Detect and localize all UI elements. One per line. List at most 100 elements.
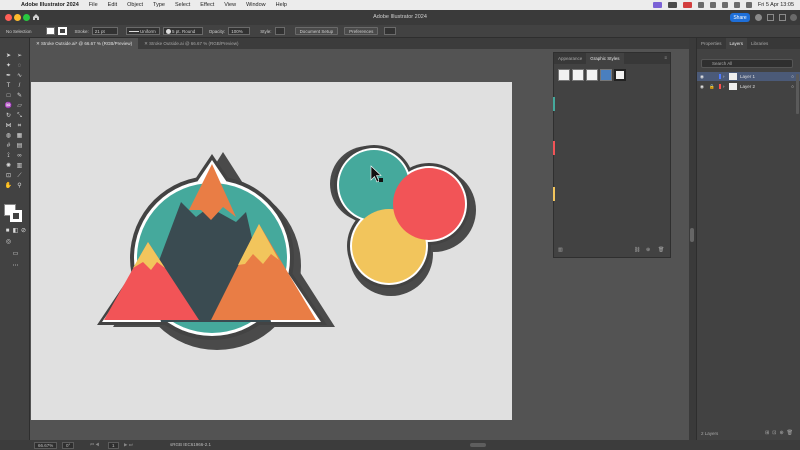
mesh-tool-icon[interactable]: #	[4, 142, 13, 150]
lock-icon[interactable]: 🔒	[709, 82, 715, 91]
record-icon[interactable]	[682, 2, 692, 8]
expand-icon[interactable]: ›	[723, 72, 725, 81]
menu-view[interactable]: View	[224, 2, 236, 8]
pen-tool-icon[interactable]: ✒	[4, 72, 13, 80]
delete-style-icon[interactable]: 🗑	[658, 247, 664, 253]
panel-menu-icon[interactable]: ≡	[664, 55, 667, 60]
style-swatch-2[interactable]	[572, 69, 584, 81]
eye-icon[interactable]: ◉	[700, 82, 704, 91]
artboard-nav-next-icon[interactable]: ▶ ⏭	[124, 442, 133, 448]
dock-scrollbar[interactable]	[796, 74, 799, 114]
share-button[interactable]: Share	[730, 13, 750, 22]
layer-actions-icons[interactable]: ⊞⊡⊕🗑	[765, 430, 796, 436]
document-setup-button[interactable]: Document Setup	[294, 27, 339, 35]
layer-row-1[interactable]: ◉ › Layer 1 ○	[697, 72, 800, 81]
menu-object[interactable]: Object	[127, 2, 143, 8]
control-center-icon[interactable]	[745, 2, 752, 8]
rotation-field[interactable]: 0°	[62, 442, 75, 449]
battery-icon[interactable]	[709, 2, 716, 8]
eyedropper-icon[interactable]: ⟟	[4, 152, 13, 160]
magic-wand-icon[interactable]: ✦	[4, 62, 13, 70]
search-help-icon[interactable]	[790, 14, 797, 21]
edit-toolbar-icon[interactable]: ⋯	[11, 262, 20, 270]
tab-libraries[interactable]: Libraries	[747, 38, 772, 49]
new-style-icon[interactable]: ⊕	[646, 247, 650, 253]
mountain-badge[interactable]	[97, 152, 335, 350]
hand-tool-icon[interactable]: ✋	[4, 182, 13, 190]
shape-builder-icon[interactable]: ◍	[4, 132, 13, 140]
opacity-field[interactable]: 100%	[228, 27, 251, 35]
preferences-button[interactable]: Preferences	[344, 27, 379, 35]
brush-definition[interactable]: 5 pt. Round	[162, 27, 203, 35]
style-swatch-5[interactable]	[614, 69, 626, 81]
break-link-icon[interactable]: ⛓	[634, 247, 640, 253]
tab-document-inactive[interactable]: ✕ Stroke Outside.ai @ 66.67 % (RGB/Previ…	[138, 38, 244, 49]
none-mode-icon[interactable]: ⊘	[19, 227, 28, 235]
workspace-icon[interactable]	[779, 14, 786, 21]
three-circles[interactable]	[330, 145, 476, 296]
slice-tool-icon[interactable]: ⟋	[15, 172, 24, 180]
search-icon[interactable]	[733, 2, 740, 8]
layers-search-input[interactable]: Search All	[701, 59, 793, 68]
screen-mode-icon[interactable]: ▭	[11, 250, 20, 258]
eraser-icon[interactable]: ▱	[15, 102, 24, 110]
free-transform-icon[interactable]: ⌗	[15, 122, 24, 130]
style-swatch-4[interactable]	[600, 69, 612, 81]
curvature-tool-icon[interactable]: ∿	[15, 72, 24, 80]
arrange-documents-icon[interactable]	[767, 14, 774, 21]
fill-swatch[interactable]	[45, 27, 55, 35]
graph-tool-icon[interactable]: ▥	[15, 162, 24, 170]
layer-name[interactable]: Layer 1	[740, 72, 755, 81]
arrange-icon[interactable]	[384, 27, 397, 35]
layer-row-2[interactable]: ◉ 🔒 › Layer 2 ○	[697, 82, 800, 91]
artboard-nav-prev-icon[interactable]: ⏮ ◀	[90, 442, 99, 447]
scale-tool-icon[interactable]: ⤡	[15, 112, 24, 120]
tab-graphic-styles[interactable]: Graphic Styles	[586, 53, 624, 64]
target-icon[interactable]: ○	[791, 82, 794, 91]
menu-help[interactable]: Help	[276, 2, 287, 8]
expand-icon[interactable]: ›	[723, 82, 725, 91]
tab-properties[interactable]: Properties	[697, 38, 726, 49]
eye-icon[interactable]: ◉	[700, 72, 704, 81]
symbol-sprayer-icon[interactable]: ✺	[4, 162, 13, 170]
blend-tool-icon[interactable]: ∞	[15, 152, 24, 160]
direct-selection-tool-icon[interactable]: ➢	[15, 52, 24, 60]
variable-width-profile[interactable]: Uniform	[125, 27, 160, 35]
tab-layers[interactable]: Layers	[725, 38, 748, 49]
tab-document-active[interactable]: ✕ Stroke Outside.ai* @ 66.67 % (RGB/Prev…	[30, 38, 139, 49]
menu-file[interactable]: File	[89, 2, 98, 8]
artboard-field[interactable]: 1	[108, 442, 119, 449]
app-menu[interactable]: Adobe Illustrator 2024	[21, 2, 79, 8]
style-swatch-3[interactable]	[586, 69, 598, 81]
paintbrush-icon[interactable]: ♒	[4, 102, 13, 110]
gradient-tool-icon[interactable]: ▤	[15, 142, 24, 150]
vertical-scrollbar[interactable]	[689, 38, 696, 440]
menu-select[interactable]: Select	[175, 2, 190, 8]
menu-window[interactable]: Window	[246, 2, 266, 8]
wifi-icon[interactable]	[721, 2, 728, 8]
zoom-tool-icon[interactable]: ⚲	[15, 182, 24, 190]
artboard-tool-icon[interactable]: ⊡	[4, 172, 13, 180]
draw-mode-icon[interactable]: ◎	[4, 238, 13, 246]
horizontal-scrollbar-thumb[interactable]	[470, 443, 486, 447]
rotate-tool-icon[interactable]: ↻	[4, 112, 13, 120]
app-status-icon[interactable]	[667, 2, 677, 8]
perspective-grid-icon[interactable]: ▦	[15, 132, 24, 140]
layer-name[interactable]: Layer 2	[740, 82, 755, 91]
type-tool-icon[interactable]: T	[4, 82, 13, 90]
target-icon[interactable]: ○	[791, 72, 794, 81]
line-tool-icon[interactable]: /	[15, 82, 24, 90]
stroke-weight-field[interactable]: 21 pt	[91, 27, 118, 35]
bluetooth-icon[interactable]	[697, 2, 704, 8]
tab-appearance[interactable]: Appearance	[554, 53, 586, 64]
lasso-icon[interactable]: ◌	[15, 62, 24, 70]
screen-record-icon[interactable]	[652, 2, 662, 8]
selection-tool-icon[interactable]: ➤	[4, 52, 13, 60]
notifications-icon[interactable]	[755, 14, 762, 21]
scrollbar-thumb[interactable]	[690, 228, 694, 242]
stroke-color-box[interactable]	[10, 210, 22, 222]
style-swatch-default[interactable]	[558, 69, 570, 81]
style-swatch[interactable]	[274, 27, 285, 35]
width-tool-icon[interactable]: ⋈	[4, 122, 13, 130]
menu-type[interactable]: Type	[153, 2, 165, 8]
